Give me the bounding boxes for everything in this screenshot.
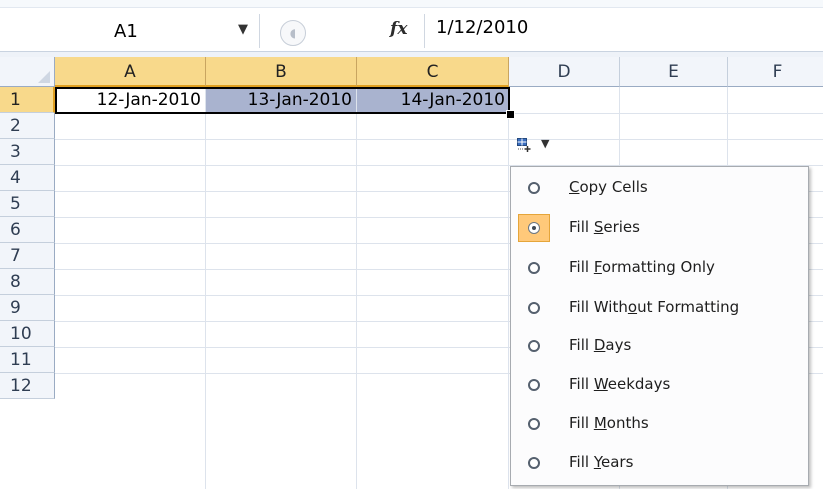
formula-bar: A1 ▼ ◖ fx 1/12/2010 xyxy=(0,0,823,58)
radio-icon[interactable] xyxy=(528,457,540,469)
row-header-9[interactable]: 9 xyxy=(0,295,55,321)
formula-input[interactable]: 1/12/2010 xyxy=(436,17,528,38)
menu-item-label: Fill Weekdays xyxy=(569,375,671,393)
radio-icon[interactable] xyxy=(528,182,540,194)
select-all-button[interactable] xyxy=(0,57,55,87)
gridline xyxy=(205,87,206,489)
formula-bar-expand-button[interactable]: ◖ xyxy=(280,20,306,46)
menu-item-label: Copy Cells xyxy=(569,178,648,196)
gridline xyxy=(55,139,823,140)
column-header-b[interactable]: B xyxy=(206,57,357,87)
menu-item-fill-months[interactable]: Fill Months xyxy=(515,407,805,441)
ribbon-edge xyxy=(0,0,823,8)
row-header-2[interactable]: 2 xyxy=(0,113,55,139)
insert-function-icon[interactable]: fx xyxy=(390,19,407,39)
row-header-12[interactable]: 12 xyxy=(0,373,55,399)
menu-item-fill-formatting-only[interactable]: Fill Formatting Only xyxy=(515,251,805,285)
row-header-7[interactable]: 7 xyxy=(0,243,55,269)
radio-selected-icon[interactable] xyxy=(528,222,540,234)
row-header-11[interactable]: 11 xyxy=(0,347,55,373)
row-header-1[interactable]: 1 xyxy=(0,87,55,113)
cell-a1[interactable]: 12-Jan-2010 xyxy=(55,87,205,113)
menu-item-fill-years[interactable]: Fill Years xyxy=(515,446,805,480)
cell-b1[interactable]: 13-Jan-2010 xyxy=(206,87,356,113)
menu-item-label: Fill Without Formatting xyxy=(569,298,740,316)
auto-fill-options-menu: Copy Cells Fill Series Fill Formatting O… xyxy=(510,166,809,486)
row-header-3[interactable]: 3 xyxy=(0,139,55,165)
row-header-6[interactable]: 6 xyxy=(0,217,55,243)
menu-item-fill-series[interactable]: Fill Series xyxy=(515,211,805,245)
cell-c1[interactable]: 14-Jan-2010 xyxy=(357,87,509,113)
row-header-8[interactable]: 8 xyxy=(0,269,55,295)
column-header-e[interactable]: E xyxy=(620,57,728,87)
separator xyxy=(424,14,425,48)
column-header-f[interactable]: F xyxy=(728,57,823,87)
menu-item-label: Fill Days xyxy=(569,336,632,354)
gridline xyxy=(356,87,357,489)
column-header-a[interactable]: A xyxy=(55,57,206,87)
menu-item-label: Fill Years xyxy=(569,453,634,471)
row-header-4[interactable]: 4 xyxy=(0,165,55,191)
gridline xyxy=(55,113,823,114)
menu-item-fill-weekdays[interactable]: Fill Weekdays xyxy=(515,368,805,402)
chevron-down-icon[interactable]: ▼ xyxy=(238,22,248,37)
auto-fill-icon xyxy=(517,138,531,152)
menu-item-label: Fill Months xyxy=(569,414,649,432)
select-all-icon xyxy=(38,71,50,83)
menu-item-fill-without-formatting[interactable]: Fill Without Formatting xyxy=(515,291,805,325)
menu-item-label: Fill Series xyxy=(569,218,640,236)
radio-icon[interactable] xyxy=(528,262,540,274)
menu-item-label: Fill Formatting Only xyxy=(569,258,715,276)
separator xyxy=(259,14,260,48)
menu-item-fill-days[interactable]: Fill Days xyxy=(515,329,805,363)
radio-icon[interactable] xyxy=(528,379,540,391)
row-header-5[interactable]: 5 xyxy=(0,191,55,217)
column-header-d[interactable]: D xyxy=(509,57,620,87)
name-box-value: A1 xyxy=(114,21,138,42)
name-box[interactable]: A1 ▼ xyxy=(0,13,255,49)
gridline xyxy=(508,87,509,489)
radio-icon[interactable] xyxy=(528,302,540,314)
row-header-10[interactable]: 10 xyxy=(0,321,55,347)
auto-fill-options-button[interactable]: ▼ xyxy=(513,135,563,157)
radio-icon[interactable] xyxy=(528,418,540,430)
radio-icon[interactable] xyxy=(528,340,540,352)
chevron-down-icon[interactable]: ▼ xyxy=(541,137,549,150)
column-header-c[interactable]: C xyxy=(357,57,509,87)
menu-item-copy-cells[interactable]: Copy Cells xyxy=(515,171,805,205)
fill-handle[interactable] xyxy=(506,110,515,119)
